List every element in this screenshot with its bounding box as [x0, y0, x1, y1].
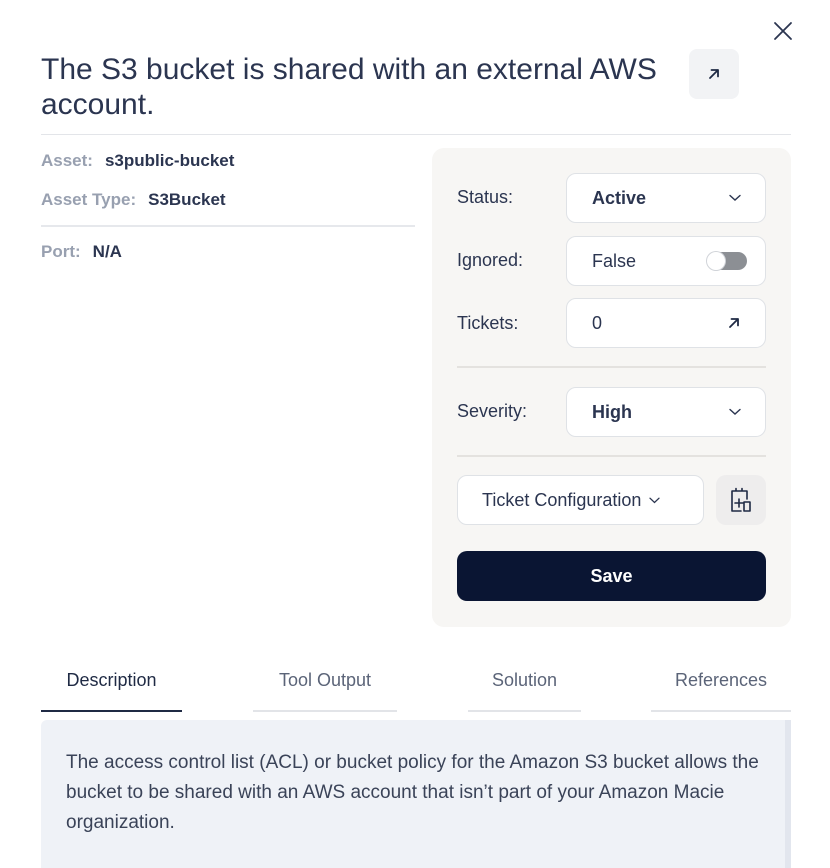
status-select[interactable]: Active [566, 173, 766, 223]
ignored-label: Ignored: [457, 250, 524, 270]
add-ticket-icon [731, 487, 751, 512]
arrow-up-right-icon [709, 69, 719, 79]
arrow-up-right-icon [729, 318, 739, 328]
port-value: N/A [92, 242, 122, 261]
asset-value: s3public-bucket [104, 151, 235, 170]
finding-settings-panel: Status: Active Ignored: False Tickets: 0… [432, 148, 791, 627]
port-label: Port: [41, 242, 81, 261]
ticket-configuration-label: Ticket Configuration [482, 489, 642, 510]
asset-divider [41, 225, 415, 227]
tab-solution[interactable]: Solution [468, 664, 581, 712]
tickets-link[interactable]: 0 [566, 298, 766, 348]
asset-type-row: Asset Type: S3Bucket [41, 189, 226, 211]
panel-divider [457, 455, 766, 457]
save-button[interactable]: Save [457, 551, 766, 601]
tab-references[interactable]: References [651, 664, 791, 712]
description-text: The access control list (ACL) or bucket … [66, 752, 759, 833]
port-row: Port: N/A [41, 241, 122, 263]
chevron-down-icon [729, 408, 741, 415]
asset-row: Asset: s3public-bucket [41, 150, 234, 172]
close-icon [774, 22, 792, 40]
ticket-configuration-dropdown[interactable]: Ticket Configuration [457, 475, 704, 525]
title-divider [41, 134, 791, 135]
panel-divider [457, 366, 766, 368]
open-details-button[interactable] [689, 49, 739, 99]
description-panel: The access control list (ACL) or bucket … [41, 720, 791, 868]
severity-select[interactable]: High [566, 387, 766, 437]
severity-value: High [592, 401, 632, 422]
asset-label: Asset: [41, 151, 93, 170]
tab-tool-output[interactable]: Tool Output [253, 664, 397, 712]
ignored-value: False [592, 250, 637, 271]
status-value: Active [592, 187, 647, 208]
tab-description[interactable]: Description [41, 664, 182, 712]
asset-type-value: S3Bucket [148, 190, 226, 209]
ignored-field: False [566, 236, 766, 286]
close-button[interactable] [772, 20, 794, 42]
chevron-down-icon [729, 194, 741, 201]
tickets-label: Tickets: [457, 313, 519, 333]
add-ticket-button[interactable] [716, 475, 766, 525]
ignored-toggle[interactable] [707, 252, 747, 270]
status-label: Status: [457, 187, 514, 207]
page-title: The S3 bucket is shared with an external… [41, 53, 657, 121]
description-scrollbar[interactable] [785, 720, 791, 868]
tickets-value: 0 [592, 312, 603, 333]
asset-type-label: Asset Type: [41, 190, 137, 209]
chevron-down-icon [649, 497, 661, 503]
severity-label: Severity: [457, 401, 528, 421]
toggle-knob [707, 252, 725, 270]
